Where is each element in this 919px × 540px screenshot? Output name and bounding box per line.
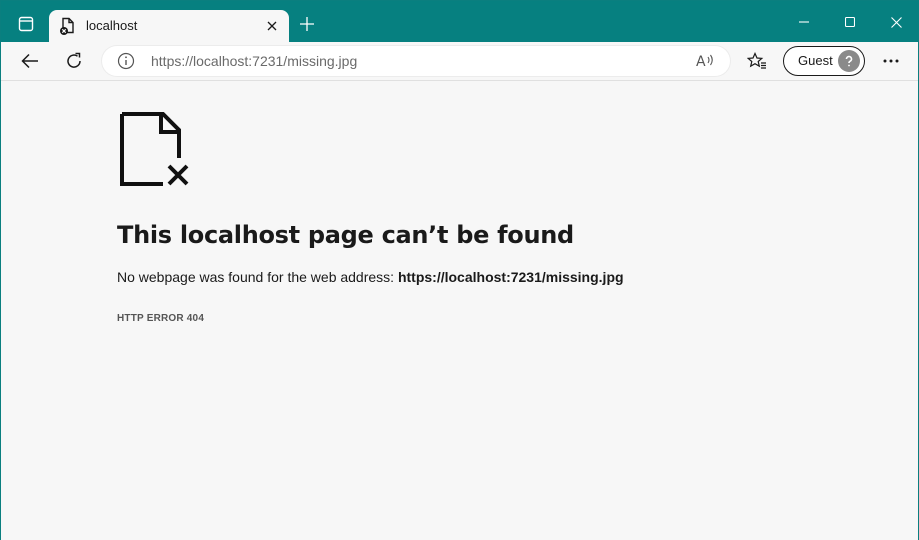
back-button[interactable] [15,46,45,76]
tab-title: localhost [86,18,138,33]
star-list-icon [747,52,766,69]
tab-close-button[interactable] [262,16,282,36]
info-icon[interactable] [117,52,135,70]
address-bar[interactable]: https://localhost:7231/missing.jpg A [102,46,730,76]
error-description: No webpage was found for the web address… [117,269,624,285]
tab-actions-button[interactable] [9,9,43,39]
error-code: HTTP ERROR 404 [117,313,205,324]
minimize-icon [799,21,809,23]
read-aloud-icon[interactable]: A [695,51,717,71]
maximize-button[interactable] [827,7,873,37]
plus-icon [300,17,314,31]
new-tab-button[interactable] [295,12,319,36]
broken-page-favicon-icon [60,17,74,35]
title-bar: localhost [1,1,918,42]
svg-text:A: A [696,54,706,70]
error-description-url: https://localhost:7231/missing.jpg [397,269,624,285]
arrow-left-icon [21,53,38,69]
page-content: This localhost page can’t be found No we… [1,82,918,540]
refresh-button[interactable] [59,46,89,76]
profile-label: Guest [798,53,833,68]
active-tab[interactable]: localhost [49,10,289,42]
error-title: This localhost page can’t be found [117,221,574,249]
missing-file-icon [120,112,189,186]
close-icon [890,16,902,28]
navigation-toolbar: https://localhost:7231/missing.jpg A Gue… [1,42,918,81]
address-url[interactable]: https://localhost:7231/missing.jpg [151,53,357,69]
close-icon [267,21,277,31]
favorites-button[interactable] [742,46,772,76]
browser-window: localhost https://localhost:7231/missing… [0,0,919,540]
error-description-text: No webpage was found for the web address… [117,269,395,285]
question-mark-icon [845,55,853,67]
refresh-icon [67,52,81,68]
profile-button[interactable]: Guest [783,46,865,76]
tab-actions-icon [18,16,34,32]
settings-menu-button[interactable] [876,46,906,76]
minimize-button[interactable] [781,7,827,37]
more-options-icon [883,59,899,63]
maximize-icon [845,17,855,27]
window-close-button[interactable] [873,7,919,37]
guest-avatar-icon [838,50,860,72]
